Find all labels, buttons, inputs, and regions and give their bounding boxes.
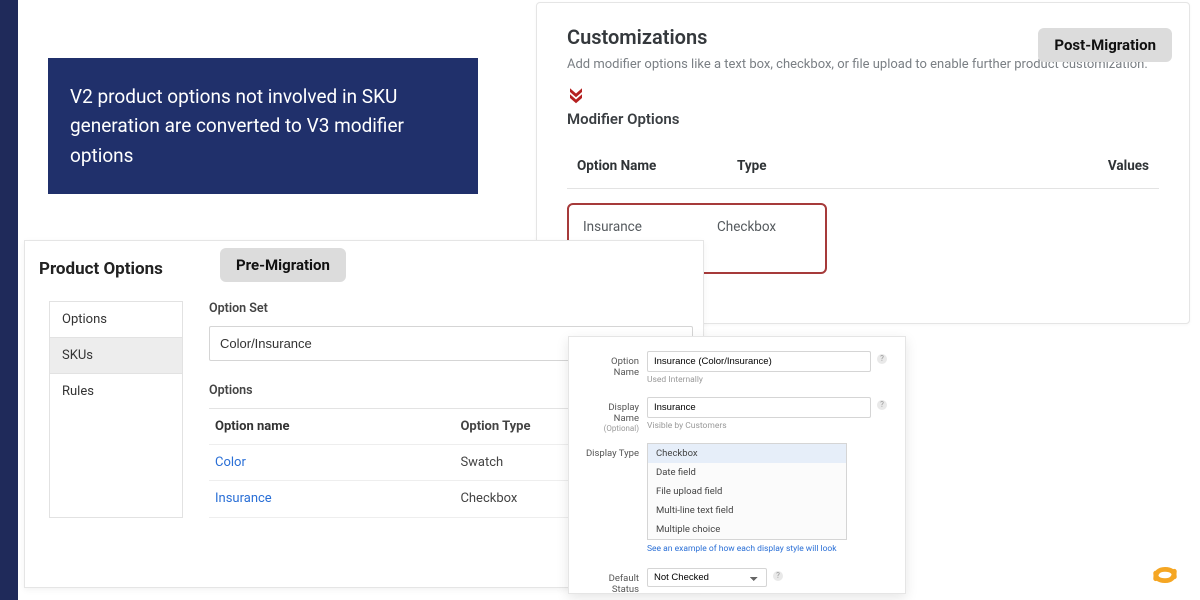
tab-skus[interactable]: SKUs bbox=[50, 338, 182, 374]
tab-options[interactable]: Options bbox=[50, 302, 182, 338]
callout-text: V2 product options not involved in SKU g… bbox=[70, 85, 404, 167]
display-name-input[interactable] bbox=[647, 397, 871, 418]
display-name-label: Display Name bbox=[608, 402, 639, 424]
display-name-optional: (Optional) bbox=[585, 424, 639, 433]
post-migration-badge: Post-Migration bbox=[1038, 28, 1172, 62]
pre-migration-badge: Pre-Migration bbox=[220, 248, 346, 282]
default-status-select[interactable]: Not Checked bbox=[647, 568, 767, 587]
option-name-label: Option Name bbox=[585, 351, 647, 378]
col-type: Type bbox=[737, 158, 1079, 174]
info-icon[interactable]: ? bbox=[877, 400, 887, 410]
callout-box: V2 product options not involved in SKU g… bbox=[48, 58, 478, 194]
modifier-row-type: Checkbox bbox=[717, 217, 811, 260]
display-type-option[interactable]: Date field bbox=[648, 463, 846, 482]
col-option-name: Option Name bbox=[577, 158, 737, 174]
display-type-option[interactable]: File upload field bbox=[648, 482, 846, 501]
display-name-helper: Visible by Customers bbox=[647, 421, 889, 431]
options-col-name: Option name bbox=[215, 419, 460, 434]
display-style-example-link[interactable]: See an example of how each display style… bbox=[647, 544, 889, 554]
info-icon[interactable]: ? bbox=[773, 571, 783, 581]
display-type-option[interactable]: Multi-line text field bbox=[648, 501, 846, 520]
display-type-option[interactable]: Checkbox bbox=[648, 444, 846, 463]
product-options-title: Product Options bbox=[25, 241, 703, 301]
modifier-options-heading: Modifier Options bbox=[567, 110, 1159, 128]
info-icon[interactable]: ? bbox=[877, 354, 887, 364]
option-link-color[interactable]: Color bbox=[215, 455, 460, 470]
option-edit-form: Option Name ? Used Internally Display Na… bbox=[568, 336, 906, 594]
option-set-label: Option Set bbox=[209, 301, 693, 316]
side-tabs: Options SKUs Rules bbox=[49, 301, 183, 518]
left-accent-bar bbox=[0, 0, 18, 600]
modifier-table-header: Option Name Type Values bbox=[567, 158, 1159, 189]
display-type-label: Display Type bbox=[585, 443, 647, 459]
default-status-label: Default Status bbox=[585, 568, 647, 595]
option-name-input[interactable] bbox=[647, 351, 871, 372]
brand-logo-icon bbox=[1150, 560, 1180, 590]
option-name-helper: Used Internally bbox=[647, 375, 889, 385]
col-values: Values bbox=[1079, 158, 1149, 174]
display-type-listbox[interactable]: Checkbox Date field File upload field Mu… bbox=[647, 443, 847, 540]
double-chevron-down-icon bbox=[567, 86, 585, 104]
display-type-option[interactable]: Multiple choice bbox=[648, 520, 846, 539]
tab-rules[interactable]: Rules bbox=[50, 374, 182, 409]
option-link-insurance[interactable]: Insurance bbox=[215, 491, 460, 507]
modifier-row-name-line1: Insurance bbox=[583, 217, 717, 239]
